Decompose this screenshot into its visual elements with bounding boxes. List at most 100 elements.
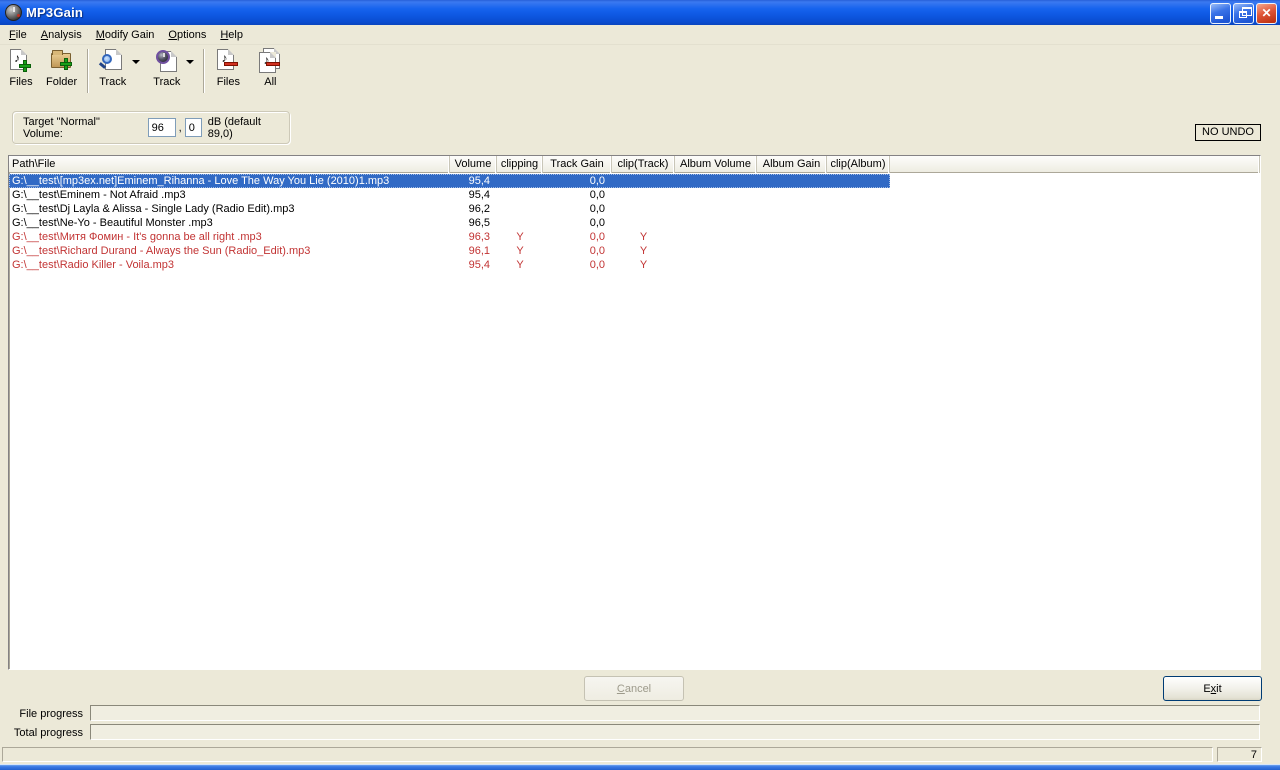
column-header-path-file[interactable]: Path\File <box>9 156 450 173</box>
cell-track-gain: 0,0 <box>589 189 605 201</box>
cell-path: G:\__test\Митя Фомин - It's gonna be all… <box>12 231 262 243</box>
cell-clip-track: Y <box>639 259 648 271</box>
file-progress-bar <box>90 705 1260 721</box>
cell-clip-album <box>827 174 890 188</box>
cell-album-volume <box>675 202 757 216</box>
total-progress-bar <box>90 724 1260 740</box>
cell-clip-track <box>612 202 675 216</box>
add-files-button[interactable]: ♪ Files <box>4 46 38 89</box>
menu-options[interactable]: Options <box>161 27 213 43</box>
cell-album-gain <box>757 258 827 272</box>
track-analysis-dropdown-icon[interactable] <box>132 60 141 64</box>
table-row[interactable]: G:\__test\Митя Фомин - It's gonna be all… <box>9 230 890 244</box>
cell-track-gain: 0,0 <box>589 175 605 187</box>
cell-clip-track: Y <box>639 231 648 243</box>
table-header: Path\File Volume clipping Track Gain clip(Tr… <box>9 156 1260 173</box>
cell-clip-track <box>612 188 675 202</box>
cell-clip-album <box>827 244 890 258</box>
cell-clip-track <box>612 216 675 230</box>
target-volume-fraction-input[interactable] <box>184 118 202 137</box>
cell-clip-track: Y <box>639 245 648 257</box>
column-header-clipping[interactable]: clipping <box>497 156 543 173</box>
no-undo-badge: NO UNDO <box>1195 124 1261 141</box>
target-volume-label: Target "Normal" Volume: <box>23 115 100 140</box>
column-header-album-gain[interactable]: Album Gain <box>757 156 827 173</box>
cell-volume: 96,5 <box>468 217 490 229</box>
clear-files-button[interactable]: ♪ Files <box>211 46 245 89</box>
target-volume-whole-input[interactable] <box>147 118 176 137</box>
decimal-comma: , <box>178 121 182 134</box>
window-title: MP3Gain <box>26 5 84 20</box>
menu-modify-gain[interactable]: Modify Gain <box>89 27 162 43</box>
clear-all-icon: ♪ <box>257 48 283 74</box>
cancel-button[interactable]: Cancel <box>584 676 684 701</box>
cell-clip-album <box>827 230 890 244</box>
close-icon: ✕ <box>1261 6 1272 20</box>
table-row[interactable]: G:\__test\[mp3ex.net]Eminem_Rihanna - Lo… <box>9 174 890 188</box>
cell-clip-track <box>612 174 675 188</box>
track-gain-button[interactable]: Track <box>149 46 184 89</box>
cell-album-volume <box>675 258 757 272</box>
cell-track-gain: 0,0 <box>589 245 605 257</box>
restore-button[interactable] <box>1233 3 1254 24</box>
minimize-button[interactable] <box>1210 3 1231 24</box>
menu-file[interactable]: File <box>2 27 34 43</box>
status-message-panel <box>2 747 1213 762</box>
cell-volume: 96,3 <box>468 231 490 243</box>
cell-album-volume <box>675 216 757 230</box>
exit-button[interactable]: Exit <box>1163 676 1262 701</box>
cell-album-volume <box>675 188 757 202</box>
table-row[interactable]: G:\__test\Richard Durand - Always the Su… <box>9 244 890 258</box>
track-gain-dropdown-icon[interactable] <box>186 60 195 64</box>
cell-path: G:\__test\[mp3ex.net]Eminem_Rihanna - Lo… <box>12 175 390 187</box>
cell-track-gain: 0,0 <box>589 259 605 271</box>
cell-path: G:\__test\Dj Layla & Alissa - Single Lad… <box>12 203 295 215</box>
table-row[interactable]: G:\__test\Eminem - Not Afraid .mp3 95,4 … <box>9 188 890 202</box>
cell-album-gain <box>757 216 827 230</box>
clear-all-button[interactable]: ♪ All <box>253 46 287 89</box>
cell-track-gain: 0,0 <box>589 231 605 243</box>
add-files-icon: ♪ <box>8 48 34 74</box>
cell-path: G:\__test\Radio Killer - Voila.mp3 <box>12 259 175 271</box>
column-header-album-volume[interactable]: Album Volume <box>675 156 757 173</box>
toolbar-separator <box>203 49 206 93</box>
cell-album-volume <box>675 244 757 258</box>
menu-analysis[interactable]: Analysis <box>34 27 89 43</box>
toolbar-separator <box>87 49 90 93</box>
table-row[interactable]: G:\__test\Ne-Yo - Beautiful Monster .mp3… <box>9 216 890 230</box>
toolbar-label: All <box>264 76 277 88</box>
file-list[interactable]: Path\File Volume clipping Track Gain clip(Tr… <box>8 155 1261 670</box>
cell-clipping: Y <box>516 259 524 271</box>
taskbar-edge <box>0 764 1280 770</box>
add-folder-button[interactable]: Folder <box>42 46 81 89</box>
target-volume-group: Target "Normal" Volume: , dB (default 89… <box>12 111 290 144</box>
menu-help[interactable]: Help <box>213 27 250 43</box>
cell-clipping <box>497 216 543 230</box>
toolbar-label: Track <box>153 76 181 88</box>
column-header-track-gain[interactable]: Track Gain <box>543 156 612 173</box>
total-progress-label: Total progress <box>13 727 83 739</box>
cell-volume: 95,4 <box>468 175 490 187</box>
table-row[interactable]: G:\__test\Radio Killer - Voila.mp3 95,4 … <box>9 258 890 272</box>
target-volume-suffix: dB (default 89,0) <box>207 115 261 140</box>
column-header-clip-track-[interactable]: clip(Track) <box>612 156 675 173</box>
cell-clip-album <box>827 258 890 272</box>
minimize-icon <box>1215 16 1223 19</box>
cell-clip-album <box>827 216 890 230</box>
cell-clipping: Y <box>516 245 524 257</box>
cell-clip-album <box>827 202 890 216</box>
track-analysis-button[interactable]: Track <box>95 46 130 89</box>
cell-album-volume <box>675 230 757 244</box>
cell-album-volume <box>675 174 757 188</box>
track-analysis-icon <box>100 48 126 74</box>
cell-album-gain <box>757 188 827 202</box>
restore-icon <box>1239 7 1252 18</box>
file-count-panel: 7 <box>1217 747 1262 762</box>
table-row[interactable]: G:\__test\Dj Layla & Alissa - Single Lad… <box>9 202 890 216</box>
column-header-volume[interactable]: Volume <box>450 156 497 173</box>
menu-bar: File Analysis Modify Gain Options Help <box>0 25 1280 45</box>
close-button[interactable]: ✕ <box>1256 3 1277 24</box>
column-header-clip-album-[interactable]: clip(Album) <box>827 156 890 173</box>
track-gain-icon <box>154 48 180 74</box>
cell-clipping: Y <box>516 231 524 243</box>
